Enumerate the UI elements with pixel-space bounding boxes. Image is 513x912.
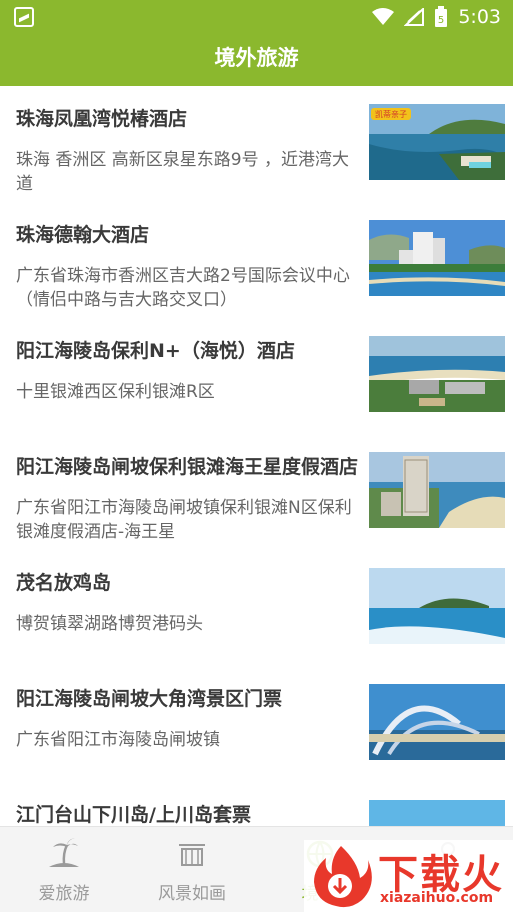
item-title: 阳江海陵岛闸坡保利银滩海王星度假酒店 [16,456,359,478]
item-address: 博贺镇翠湖路博贺港码头 [16,614,203,634]
list-item[interactable]: 茂名放鸡岛 博贺镇翠湖路博贺港码头 [0,550,513,666]
item-title: 珠海凤凰湾悦椿酒店 [16,108,188,130]
title-bar: 境外旅游 [0,34,513,86]
tab-label: 爱旅游 [38,884,90,904]
watermark: 下载火 xiazaihuo.com [304,840,513,912]
tab-love-travel[interactable]: 爱旅游 [0,827,128,912]
item-title: 阳江海陵岛闸坡大角湾景区门票 [16,688,283,710]
svg-text:凯蒂亲子: 凯蒂亲子 [375,109,407,119]
item-thumbnail [369,800,505,826]
item-address: 广东省阳江市海陵岛闸坡镇 [16,730,220,750]
list-item[interactable]: 江门台山下川岛/上川岛套票 [0,782,513,826]
item-address: 广东省珠海市香洲区吉大路2号国际会议中心（情侣中路与吉大路交叉口） [16,266,350,310]
svg-text:5: 5 [438,15,444,26]
clock: 5:03 [458,6,501,28]
watermark-url: xiazaihuo.com [380,890,494,906]
item-title: 江门台山下川岛/上川岛套票 [16,804,251,826]
item-address: 珠海 香洲区 高新区泉星东路9号 ，近港湾大道 [16,150,350,194]
list-item[interactable]: 阳江海陵岛保利N+（海悦）酒店 十里银滩西区保利银滩R区 [0,318,513,434]
signal-icon [404,8,425,26]
wifi-icon [372,8,395,25]
app-notification-icon [14,7,34,27]
palm-island-icon [49,838,79,867]
item-thumbnail [369,684,505,760]
item-title: 茂名放鸡岛 [16,572,112,594]
list-item[interactable]: 阳江海陵岛闸坡保利银滩海王星度假酒店 广东省阳江市海陵岛闸坡镇保利银滩N区保利银… [0,434,513,550]
item-address: 十里银滩西区保利银滩R区 [16,382,215,402]
battery-icon: 5 [435,6,448,27]
scenery-icon [179,844,205,866]
item-title: 珠海德翰大酒店 [16,224,150,246]
item-title: 阳江海陵岛保利N+（海悦）酒店 [16,340,295,362]
item-thumbnail [369,452,505,528]
list-item[interactable]: 阳江海陵岛闸坡大角湾景区门票 广东省阳江市海陵岛闸坡镇 [0,666,513,782]
item-thumbnail: 凯蒂亲子 [369,104,505,180]
list-item[interactable]: 珠海德翰大酒店 广东省珠海市香洲区吉大路2号国际会议中心（情侣中路与吉大路交叉口… [0,202,513,318]
attraction-list: 珠海凤凰湾悦椿酒店 珠海 香洲区 高新区泉星东路9号 ，近港湾大道 凯蒂亲子 珠… [0,86,513,826]
item-thumbnail [369,336,505,412]
list-item[interactable]: 珠海凤凰湾悦椿酒店 珠海 香洲区 高新区泉星东路9号 ，近港湾大道 凯蒂亲子 [0,86,513,202]
status-bar: 5 5:03 [0,0,513,34]
page-title: 境外旅游 [214,46,299,70]
item-thumbnail [369,568,505,644]
item-address: 广东省阳江市海陵岛闸坡镇保利银滩N区保利银滩度假酒店-海王星 [16,498,352,542]
item-thumbnail [369,220,505,296]
flame-logo-icon [314,846,372,908]
